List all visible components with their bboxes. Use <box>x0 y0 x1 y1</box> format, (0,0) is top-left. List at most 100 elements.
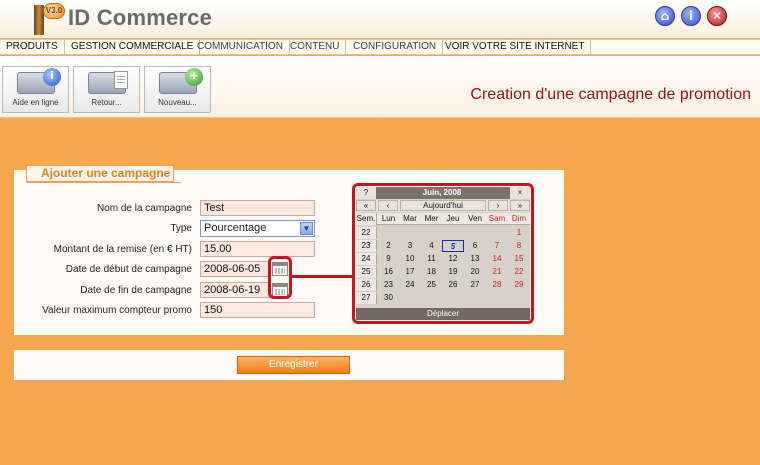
max-counter-label: Valeur maximum compteur promo <box>42 305 192 316</box>
calendar-day[interactable]: 8 <box>508 240 530 252</box>
calendar-day[interactable]: 10 <box>399 253 421 265</box>
calendar-day <box>486 292 508 304</box>
calendar-day[interactable]: 7 <box>486 240 508 252</box>
calendar-day[interactable]: 18 <box>421 266 442 278</box>
campaign-name-input[interactable]: Test <box>200 200 315 216</box>
calendar-day[interactable]: 19 <box>442 266 464 278</box>
calendar-day <box>486 227 508 239</box>
weekday-label: Jeu <box>446 214 460 223</box>
start-date-input[interactable]: 2008-06-05 <box>200 261 270 277</box>
calendar-day[interactable]: 1 <box>508 227 530 239</box>
calendar-day[interactable]: 17 <box>399 266 421 278</box>
next-year-button[interactable]: » <box>510 200 530 211</box>
calendar-week-row: 24 9 10 11 12 13 14 15 <box>356 253 530 265</box>
amount-label: Montant de la remise (en € HT) <box>53 244 192 255</box>
calendar-day[interactable]: 2 <box>378 240 399 252</box>
calendar-week-row: 23 2 3 4 5 6 7 8 <box>356 240 530 252</box>
calendar-help-button[interactable]: ? <box>356 187 376 199</box>
document-icon <box>114 71 128 89</box>
menu-voir-site[interactable]: VOIR VOTRE SITE INTERNET <box>439 40 592 55</box>
calendar-nav: « ‹ Aujourd'hui › » <box>356 200 530 212</box>
menu-configuration[interactable]: CONFIGURATION <box>347 40 444 55</box>
back-button-label: Retour... <box>91 98 122 107</box>
calendar-day[interactable]: 6 <box>464 240 486 252</box>
calendar-day[interactable]: 3 <box>399 240 421 252</box>
date-picker: ? Juin, 2008 × « ‹ Aujourd'hui › » Sem. … <box>356 187 530 320</box>
today-button[interactable]: Aujourd'hui <box>400 200 486 211</box>
close-icon[interactable]: ✕ <box>707 6 727 26</box>
help-button-label: Aide en ligne <box>12 98 59 107</box>
logo: V3.0 <box>28 2 66 36</box>
prev-year-button[interactable]: « <box>356 200 376 211</box>
calendar-day[interactable]: 13 <box>464 253 486 265</box>
calendar-day <box>442 227 464 239</box>
calendar-day[interactable]: 21 <box>486 266 508 278</box>
calendar-day[interactable]: 25 <box>421 279 442 291</box>
end-date-label: Date de fin de campagne <box>80 285 192 296</box>
home-icon[interactable]: ⌂ <box>655 6 675 26</box>
calendar-day <box>399 292 421 304</box>
calendar-day <box>378 227 399 239</box>
info-icon[interactable]: i <box>681 6 701 26</box>
new-button[interactable]: + Nouveau... <box>144 66 211 113</box>
weekday-label: Dim <box>511 214 527 223</box>
calendar-day[interactable]: 9 <box>378 253 399 265</box>
calendar-day[interactable]: 16 <box>378 266 399 278</box>
calendar-day <box>464 292 486 304</box>
calendar-title-bar: ? Juin, 2008 × <box>356 187 530 199</box>
calendar-day[interactable]: 12 <box>442 253 464 265</box>
menu-contenu[interactable]: CONTENU <box>284 40 347 55</box>
calendar-close-button[interactable]: × <box>510 187 530 199</box>
calendar-day[interactable]: 24 <box>399 279 421 291</box>
start-date-label: Date de début de campagne <box>65 264 192 275</box>
calendar-day[interactable]: 27 <box>464 279 486 291</box>
menu-communication[interactable]: COMMUNICATION <box>191 40 290 55</box>
next-month-button[interactable]: › <box>488 200 508 211</box>
calendar-move-handle[interactable]: Déplacer <box>356 308 530 320</box>
calendar-day[interactable]: 14 <box>486 253 508 265</box>
main-menu: PRODUITS GESTION COMMERCIALE COMMUNICATI… <box>0 39 760 55</box>
weekday-label: Lun <box>381 214 396 223</box>
calendar-day[interactable]: 23 <box>378 279 399 291</box>
week-number-header: Sem. <box>356 213 377 225</box>
calendar-day <box>464 227 486 239</box>
help-button[interactable]: i Aide en ligne <box>2 66 69 113</box>
calendar-day[interactable]: 4 <box>421 240 442 252</box>
calendar-day[interactable]: 28 <box>486 279 508 291</box>
calendar-day[interactable]: 30 <box>378 292 399 304</box>
plus-icon: + <box>185 68 203 86</box>
info-icon: i <box>43 68 61 86</box>
menu-gestion-commerciale[interactable]: GESTION COMMERCIALE <box>65 40 201 55</box>
week-number: 25 <box>356 266 377 278</box>
calendar-month-title: Juin, 2008 <box>422 188 462 197</box>
calendar-day[interactable]: 22 <box>508 266 530 278</box>
week-number: 27 <box>356 292 377 304</box>
calendar-day <box>421 227 442 239</box>
calendar-day[interactable]: 15 <box>508 253 530 265</box>
chevron-down-icon[interactable]: ▼ <box>300 222 313 235</box>
save-button[interactable]: Enregistrer <box>237 356 350 374</box>
type-label: Type <box>170 223 192 234</box>
end-date-input[interactable]: 2008-06-19 <box>200 282 270 298</box>
back-button[interactable]: Retour... <box>73 66 140 113</box>
calendar-day[interactable]: 5 <box>442 240 464 252</box>
calendar-week-row: 22 1 <box>356 227 530 239</box>
app-header: V3.0 ID Commerce ⌂ i ✕ <box>0 0 760 38</box>
type-select[interactable]: Pourcentage ▼ <box>200 220 315 237</box>
calendar-week-row: 25 16 17 18 19 20 21 22 <box>356 266 530 278</box>
calendar-day[interactable]: 20 <box>464 266 486 278</box>
app-title: ID Commerce <box>68 5 213 30</box>
prev-month-button[interactable]: ‹ <box>378 200 398 211</box>
calendar-day <box>421 292 442 304</box>
calendar-day[interactable]: 11 <box>421 253 442 265</box>
weekday-label: Ven <box>468 214 482 223</box>
calendar-week-row: 26 23 24 25 26 27 28 29 <box>356 279 530 291</box>
calendar-buttons-highlight <box>268 256 292 299</box>
menu-produits[interactable]: PRODUITS <box>0 40 65 55</box>
calendar-day[interactable]: 26 <box>442 279 464 291</box>
version-badge: V3.0 <box>43 3 65 19</box>
calendar-day[interactable]: 29 <box>508 279 530 291</box>
max-counter-input[interactable]: 150 <box>200 302 315 318</box>
week-number: 23 <box>356 240 377 252</box>
amount-input[interactable]: 15.00 <box>200 241 315 257</box>
